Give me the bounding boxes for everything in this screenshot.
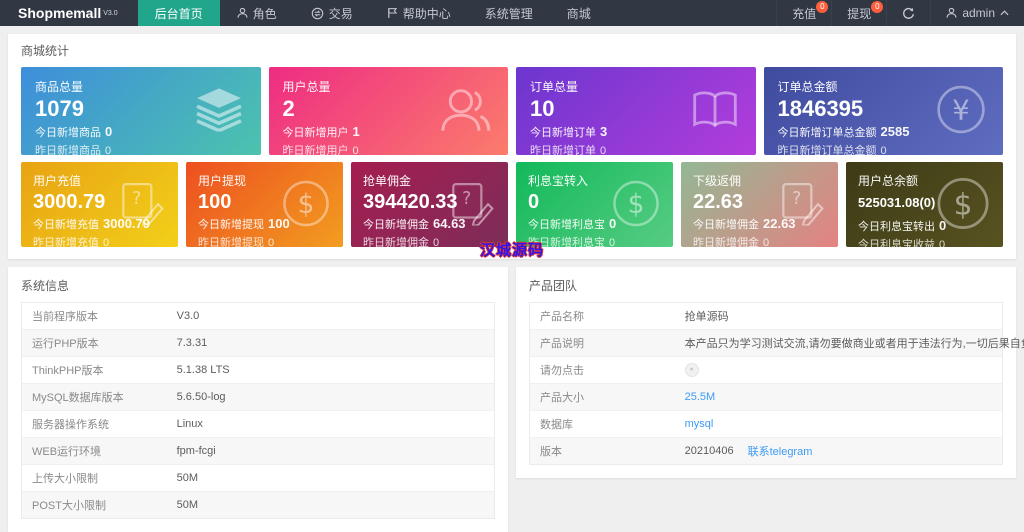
nav-item-label: 后台首页 <box>154 6 203 21</box>
svg-text:¥: ¥ <box>952 96 969 127</box>
table-row: 请勿点击 ● <box>530 357 1002 384</box>
do-not-click-icon[interactable]: ● <box>684 363 699 377</box>
dollar-icon: $ <box>935 175 991 234</box>
withdraw-button[interactable]: 提现 0 <box>831 0 886 26</box>
table-row: 版本 20210406 联系telegram <box>530 438 1002 464</box>
recharge-button[interactable]: 充值 0 <box>776 0 831 26</box>
telegram-contact-link[interactable]: 联系telegram <box>748 443 813 459</box>
withdraw-badge: 0 <box>871 1 884 13</box>
table-row: 产品大小 25.5M <box>530 384 1002 411</box>
version-value: 20210406 <box>684 445 734 457</box>
dollar-icon: $ <box>611 178 661 231</box>
section-title-product-team: 产品团队 <box>529 279 578 293</box>
stat-card-user-total-balance: 用户总余额 525031.08(0) 今日利息宝转出 0 今日利息宝收益 0 $ <box>846 162 1003 247</box>
username-label: admin <box>962 6 995 20</box>
bottom-panels: 系统信息 当前程序版本 V3.0 运行PHP版本 7.3.31 ThinkPHP版本… <box>8 267 1024 532</box>
stat-card-yesterday-line: 昨日新增佣金 0 <box>363 237 440 247</box>
user-menu[interactable]: admin <box>930 0 1024 26</box>
flag-icon <box>387 7 398 19</box>
top-navbar: Shopmemall V3.0 后台首页 角色 交易 帮助中心 系统管理 商城 … <box>0 0 1024 26</box>
table-row: ThinkPHP版本 5.1.38 LTS <box>22 357 494 384</box>
stat-card-yesterday-line: 昨日新增佣金 0 <box>693 237 770 247</box>
withdraw-label: 提现 <box>847 6 872 21</box>
nav-item-mall[interactable]: 商城 <box>550 0 608 26</box>
app-version: V3.0 <box>103 9 118 17</box>
users-icon <box>438 87 492 136</box>
layers-icon <box>193 88 245 135</box>
person-icon <box>237 7 248 19</box>
mall-statistics-panel: 商城统计 商品总量 1079 今日新增商品 0 昨日新增商品 0 用户总量 2 今日… <box>8 34 1016 259</box>
yen-icon: ¥ <box>935 84 987 139</box>
nav-item-dashboard[interactable]: 后台首页 <box>137 0 220 26</box>
svg-text:?: ? <box>132 189 141 209</box>
nav-item-label: 帮助中心 <box>402 6 451 21</box>
stats-row-1: 商品总量 1079 今日新增商品 0 昨日新增商品 0 用户总量 2 今日新增用户 1… <box>21 67 1003 155</box>
recharge-badge: 0 <box>816 1 829 13</box>
table-row: 产品名称 抢单源码 <box>530 303 1002 330</box>
stat-card-yesterday-line: 昨日新增订单总金额 0 <box>777 145 887 155</box>
table-row: WEB运行环境 fpm-fcgi <box>22 438 494 465</box>
stat-card-users-total: 用户总量 2 今日新增用户 1 昨日新增用户 0 <box>268 67 508 155</box>
svg-text:$: $ <box>954 187 973 221</box>
table-row: 上传大小限制 50M <box>22 465 494 492</box>
system-info-panel: 系统信息 当前程序版本 V3.0 运行PHP版本 7.3.31 ThinkPHP版本… <box>8 267 508 532</box>
stat-card-yesterday-line: 昨日新增充值 0 <box>33 237 110 247</box>
nav-item-label: 角色 <box>252 6 277 21</box>
stat-card-order-commission: 抢单佣金 394420.33 今日新增佣金 64.63 昨日新增佣金 0 ? <box>351 162 508 247</box>
stat-card-yesterday-line: 昨日新增用户 0 <box>282 145 359 155</box>
app-logo-text: Shopmemall <box>18 5 102 21</box>
stat-card-subordinate-rebate: 下级返佣 22.63 今日新增佣金 22.63 昨日新增佣金 0 ? <box>681 162 838 247</box>
nav-item-label: 交易 <box>328 6 353 21</box>
exchange-icon <box>311 7 324 20</box>
nav-item-label: 商城 <box>566 6 591 21</box>
refresh-icon <box>902 7 915 20</box>
stat-card-orders-total: 订单总量 10 今日新增订单 3 昨日新增订单 0 <box>516 67 756 155</box>
book-icon <box>690 89 740 134</box>
stat-card-order-amount-total: 订单总金额 1846395 今日新增订单总金额 2585 昨日新增订单总金额 0 ¥ <box>763 67 1003 155</box>
nav-item-label: 系统管理 <box>484 6 533 21</box>
stat-card-interest-transfer-in: 利息宝转入 0 今日新增利息宝 0 昨日新增利息宝 0 $ <box>516 162 673 247</box>
section-title-system-info: 系统信息 <box>21 279 70 293</box>
table-row: 产品说明 本产品只为学习测试交流,请勿要做商业或者用于违法行为,一切后果自负 <box>530 330 1024 357</box>
table-row: 运行PHP版本 7.3.31 <box>22 330 494 357</box>
stat-card-yesterday-line: 昨日新增利息宝 0 <box>528 237 616 247</box>
stat-card-goods-total: 商品总量 1079 今日新增商品 0 昨日新增商品 0 <box>21 67 261 155</box>
stat-card-user-recharge: 用户充值 3000.79 今日新增充值 3000.79 昨日新增充值 0 ? <box>21 162 178 247</box>
stat-card-yesterday-line: 昨日新增提现 0 <box>198 237 275 247</box>
app-logo: Shopmemall V3.0 <box>0 0 138 26</box>
stat-card-yesterday-line: 昨日新增订单 0 <box>530 145 607 155</box>
svg-text:?: ? <box>792 189 801 209</box>
table-row: 数据库 mysql <box>530 411 1002 438</box>
stat-card-yesterday-line: 昨日新增商品 0 <box>35 145 112 155</box>
nav-item-roles[interactable]: 角色 <box>220 0 294 26</box>
refresh-button[interactable] <box>886 0 930 26</box>
table-row: 当前程序版本 V3.0 <box>22 303 494 330</box>
product-team-table: 产品名称 抢单源码 产品说明 本产品只为学习测试交流,请勿要做商业或者用于违法行为,… <box>529 302 1024 465</box>
nav-item-help-center[interactable]: 帮助中心 <box>370 0 468 26</box>
dollar-icon: $ <box>281 178 331 231</box>
system-info-table: 当前程序版本 V3.0 运行PHP版本 7.3.31 ThinkPHP版本 5.1.3… <box>21 302 495 519</box>
svg-text:$: $ <box>298 190 315 220</box>
recharge-label: 充值 <box>792 6 817 21</box>
doc-question-icon: ? <box>118 181 166 228</box>
stat-card-yesterday-line: 今日利息宝收益 0 <box>858 238 946 247</box>
table-row: 服务器操作系统 Linux <box>22 411 494 438</box>
table-row: MySQL数据库版本 5.6.50-log <box>22 384 494 411</box>
nav-item-system-management[interactable]: 系统管理 <box>468 0 550 26</box>
doc-question-icon: ? <box>778 181 826 228</box>
product-size-link[interactable]: 25.5M <box>685 391 716 403</box>
svg-text:?: ? <box>462 189 471 209</box>
doc-question-icon: ? <box>448 181 496 228</box>
chevron-up-icon <box>1000 10 1009 16</box>
stat-card-user-withdraw: 用户提现 100 今日新增提现 100 昨日新增提现 0 $ <box>186 162 343 247</box>
navbar-right: 充值 0 提现 0 admin <box>776 0 1024 26</box>
database-link[interactable]: mysql <box>685 418 714 430</box>
stats-row-2: 用户充值 3000.79 今日新增充值 3000.79 昨日新增充值 0 ? 用户提… <box>21 162 1003 247</box>
section-title-mall-statistics: 商城统计 <box>21 44 70 58</box>
user-icon <box>946 7 957 19</box>
svg-text:$: $ <box>628 190 645 220</box>
nav-item-transactions[interactable]: 交易 <box>294 0 370 26</box>
table-row: POST大小限制 50M <box>22 492 494 518</box>
product-team-panel: 产品团队 产品名称 抢单源码 产品说明 本产品只为学习测试交流,请勿要做商业或者用于… <box>516 267 1024 478</box>
